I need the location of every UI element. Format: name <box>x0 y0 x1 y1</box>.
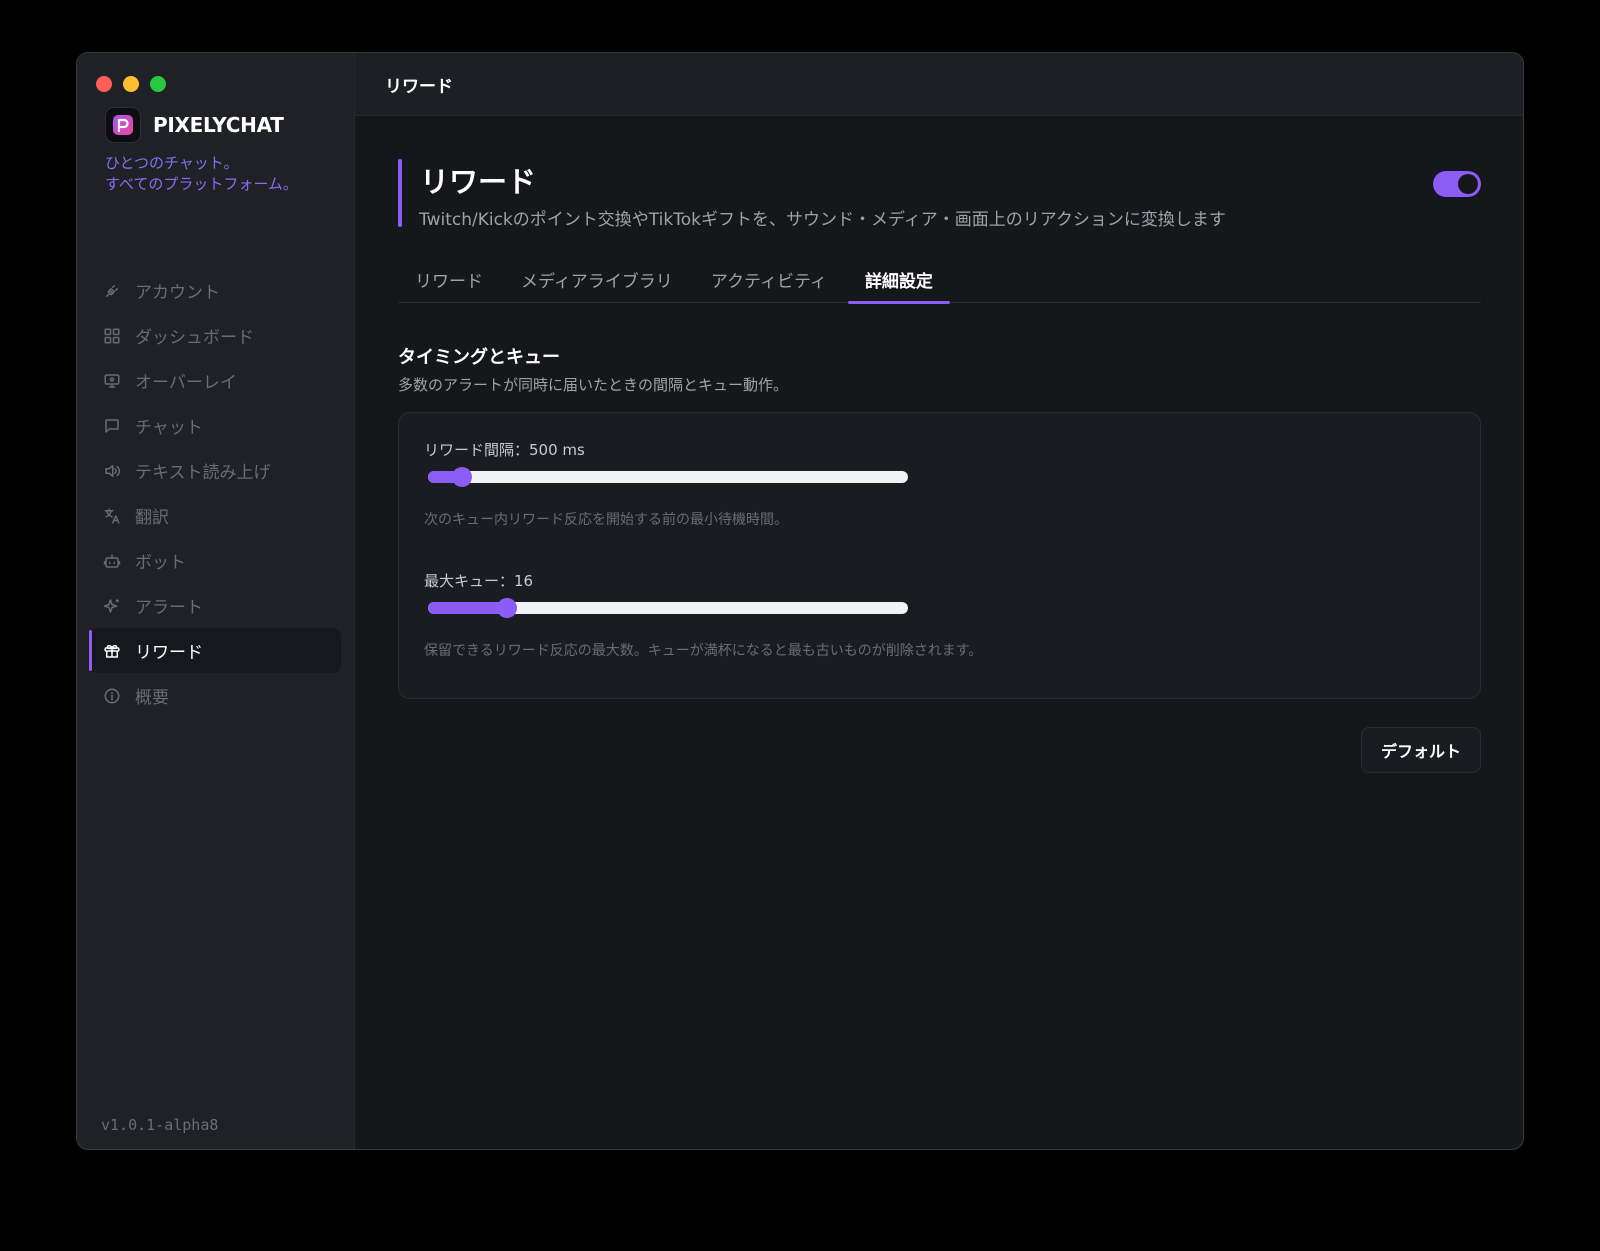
sidebar-item-rewards[interactable]: リワード <box>89 628 341 673</box>
toggle-knob <box>1458 174 1478 194</box>
max-queue-label: 最大キュー：16 <box>424 572 534 590</box>
close-window-button[interactable] <box>96 76 112 92</box>
sidebar-item-label: 概要 <box>135 688 169 708</box>
settings-card: リワード間隔：500 ms 次のキュー内リワード反応を開始する前の最小待機時間。… <box>398 412 1481 699</box>
tab-advanced-settings[interactable]: 詳細設定 <box>847 261 950 304</box>
sidebar-item-label: ダッシュボード <box>135 328 254 348</box>
tab-activity[interactable]: アクティビティ <box>694 261 844 303</box>
sidebar-item-bot[interactable]: ボット <box>89 538 341 583</box>
sidebar-item-label: 翻訳 <box>135 508 169 528</box>
tab-bar: リワード メディアライブラリ アクティビティ 詳細設定 <box>398 261 1481 304</box>
tagline: ひとつのチャット。 すべてのプラットフォーム。 <box>105 153 298 195</box>
app-window: PIXELYCHAT ひとつのチャット。 すべてのプラットフォーム。 アカウント… <box>76 52 1524 1150</box>
sidebar-item-label: リワード <box>135 643 203 663</box>
sidebar-item-dashboard[interactable]: ダッシュボード <box>89 313 341 358</box>
brand-name: PIXELYCHAT <box>153 113 284 137</box>
slider-fill <box>428 602 508 614</box>
app-version: v1.0.1-alpha8 <box>101 1116 219 1134</box>
section-title: タイミングとキュー <box>398 347 560 368</box>
sidebar-item-translate[interactable]: 翻訳 <box>89 493 341 538</box>
sidebar-item-tts[interactable]: テキスト読み上げ <box>89 448 341 493</box>
header-accent-bar <box>398 159 402 227</box>
sidebar-item-label: オーバーレイ <box>135 373 237 393</box>
grid-icon <box>103 327 121 345</box>
bot-icon <box>103 552 121 570</box>
sidebar-item-account[interactable]: アカウント <box>89 268 341 313</box>
sidebar-item-overlay[interactable]: オーバーレイ <box>89 358 341 403</box>
page-title: リワード <box>420 165 537 199</box>
zoom-window-button[interactable] <box>150 76 166 92</box>
reward-interval-label: リワード間隔：500 ms <box>424 441 585 459</box>
brand: PIXELYCHAT <box>105 107 284 143</box>
topbar-title: リワード <box>355 53 1523 116</box>
window-controls <box>96 76 166 92</box>
sidebar-item-label: テキスト読み上げ <box>135 463 271 483</box>
reward-interval-setting: リワード間隔：500 ms 次のキュー内リワード反応を開始する前の最小待機時間。 <box>424 439 1124 528</box>
reward-interval-help: 次のキュー内リワード反応を開始する前の最小待機時間。 <box>424 512 788 528</box>
tab-media-library[interactable]: メディアライブラリ <box>504 261 690 303</box>
tagline-line-2: すべてのプラットフォーム。 <box>105 175 298 193</box>
page-header: リワード Twitch/Kickのポイント交換やTikTokギフトを、サウンド・… <box>398 159 1481 230</box>
reward-interval-slider[interactable] <box>428 467 908 487</box>
sidebar-item-chat[interactable]: チャット <box>89 403 341 448</box>
sidebar-item-label: チャット <box>135 418 203 438</box>
rewards-enable-toggle[interactable] <box>1433 171 1481 197</box>
slider-thumb[interactable] <box>497 598 518 618</box>
page-description: Twitch/Kickのポイント交換やTikTokギフトを、サウンド・メディア・… <box>419 210 1226 230</box>
sidebar-nav: アカウント ダッシュボード オーバーレイ チャット テキスト読み上げ 翻訳 ボッ… <box>89 268 341 718</box>
max-queue-setting: 最大キュー：16 保留できるリワード反応の最大数。キューが満杯になると最も古いも… <box>424 570 1124 659</box>
main-content: リワード リワード Twitch/Kickのポイント交換やTikTokギフトを、… <box>355 53 1523 1149</box>
tagline-line-1: ひとつのチャット。 <box>105 154 239 172</box>
tab-rewards[interactable]: リワード <box>398 261 500 303</box>
sidebar-item-alerts[interactable]: アラート <box>89 583 341 628</box>
sidebar-item-label: ボット <box>135 553 186 573</box>
app-logo-icon <box>105 107 141 143</box>
plug-icon <box>103 282 121 300</box>
reset-default-button[interactable]: デフォルト <box>1361 727 1481 773</box>
info-icon <box>103 687 121 705</box>
speaker-icon <box>103 462 121 480</box>
sparkle-icon <box>103 597 121 615</box>
section-description: 多数のアラートが同時に届いたときの間隔とキュー動作。 <box>398 376 789 394</box>
max-queue-help: 保留できるリワード反応の最大数。キューが満杯になると最も古いものが削除されます。 <box>424 643 983 659</box>
max-queue-slider[interactable] <box>428 598 908 618</box>
translate-icon <box>103 507 121 525</box>
gift-icon <box>103 642 121 660</box>
sidebar-item-label: アカウント <box>135 283 220 303</box>
sidebar-item-about[interactable]: 概要 <box>89 673 341 718</box>
sidebar-item-label: アラート <box>135 598 203 618</box>
minimize-window-button[interactable] <box>123 76 139 92</box>
slider-thumb[interactable] <box>451 467 472 487</box>
monitor-icon <box>103 372 121 390</box>
message-icon <box>103 417 121 435</box>
sidebar: PIXELYCHAT ひとつのチャット。 すべてのプラットフォーム。 アカウント… <box>77 53 355 1149</box>
